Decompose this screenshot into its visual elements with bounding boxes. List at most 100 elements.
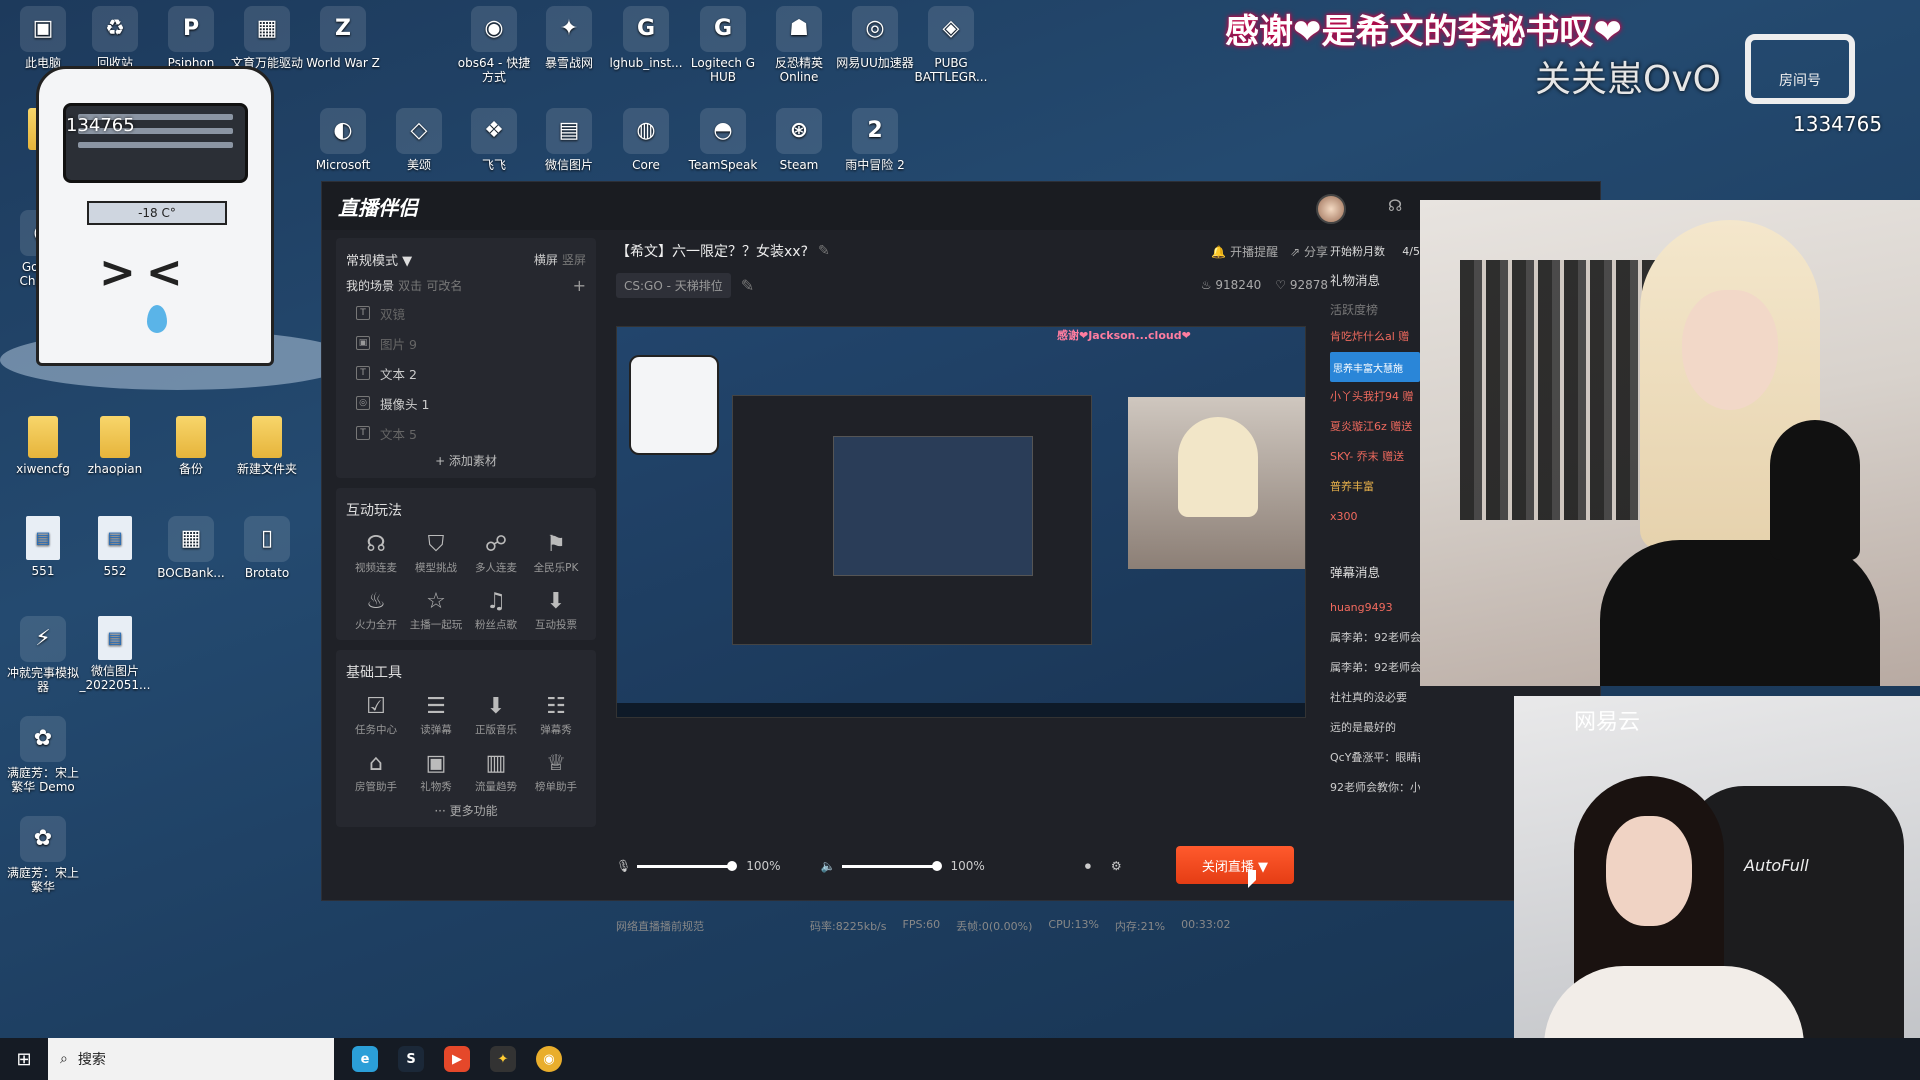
source-item[interactable]: ◎ 摄像头 1 — [346, 388, 586, 418]
edge-icon[interactable]: e — [352, 1046, 378, 1072]
end-live-button[interactable]: 关闭直播 ▼ — [1176, 846, 1294, 884]
desktop-icon[interactable]: xiwencfg — [4, 416, 82, 476]
source-item[interactable]: T 双镜 — [346, 298, 586, 328]
desktop-icon[interactable]: Glghub_inst... — [607, 6, 685, 70]
tool-button[interactable]: ☍ 多人连麦 — [466, 530, 526, 575]
tool-button[interactable]: ⬇ 正版音乐 — [466, 692, 526, 737]
desktop-icon[interactable]: ⊛ Steam — [760, 108, 838, 172]
desktop-icon[interactable]: ◇ 美颂 — [380, 108, 458, 172]
desktop-icon[interactable]: ♻ 回收站 — [76, 6, 154, 70]
desktop-icon[interactable]: ◈ PUBG BATTLEGR... — [912, 6, 990, 84]
edit-title-icon[interactable]: ✎ — [818, 243, 830, 259]
desktop-icon[interactable]: ▤ 微信图片 — [530, 108, 608, 172]
taskbar-search[interactable]: ⌕ 搜索 — [48, 1038, 334, 1080]
desktop-icon[interactable]: ▯ Brotato — [228, 516, 306, 580]
notify-button[interactable]: 🔔 开播提醒 — [1211, 243, 1278, 260]
mode-dropdown[interactable]: 常规模式 ▼ — [346, 250, 412, 269]
tool-button[interactable]: ☷ 弹幕秀 — [526, 692, 586, 737]
desktop-icon[interactable]: ❖ 飞飞 — [455, 108, 533, 172]
live-rules-link[interactable]: 网络直播播前规范 — [616, 918, 704, 934]
tool-button[interactable]: ☰ 读弹幕 — [406, 692, 466, 737]
desktop-icon[interactable]: ▦ 文育万能驱动 — [228, 6, 306, 70]
category-chip[interactable]: CS:GO - 天梯排位 — [616, 272, 731, 298]
gift-rank-label[interactable]: 活跃度榜 — [1330, 301, 1420, 318]
tool-button[interactable]: ⌂ 房管助手 — [346, 749, 406, 794]
landscape-toggle[interactable]: 横屏 — [534, 253, 558, 267]
user-avatar[interactable] — [1316, 194, 1346, 224]
tool-button[interactable]: ⚑ 全民乐PK — [526, 530, 586, 575]
speaker-slider[interactable] — [841, 860, 942, 871]
speaker-icon[interactable]: 🔈 — [821, 859, 836, 873]
fans-label: 开始粉月数 — [1330, 245, 1385, 258]
live-app-icon[interactable]: ▶ — [444, 1046, 470, 1072]
tool-button[interactable]: ♕ 榜单助手 — [526, 749, 586, 794]
desktop-icon[interactable]: ◍ Core — [607, 108, 685, 172]
tool-icon: ☆ — [426, 589, 446, 614]
tool-button[interactable]: ▣ 礼物秀 — [406, 749, 466, 794]
desktop-icon[interactable]: Z World War Z — [304, 6, 382, 70]
tool-button[interactable]: ▥ 流量趋势 — [466, 749, 526, 794]
tool-button[interactable]: ☊ 视频连麦 — [346, 530, 406, 575]
mic-slider[interactable] — [637, 860, 738, 871]
desktop-icon[interactable]: ◉ obs64 - 快捷方式 — [455, 6, 533, 84]
desktop-icon[interactable]: 2 雨中冒险 2 — [836, 108, 914, 172]
more-tools-button[interactable]: ··· 更多功能 — [346, 802, 586, 819]
headset-icon[interactable]: ☊ — [1388, 196, 1402, 215]
desktop-icon[interactable]: ◐ Microsoft — [304, 108, 382, 172]
desktop-icon-glyph: G — [623, 6, 669, 52]
add-source-button[interactable]: + 添加素材 — [346, 452, 586, 469]
popularity-stat: ♨ 918240 — [1201, 278, 1261, 292]
desktop-icon[interactable]: ◓ TeamSpeak — [684, 108, 762, 172]
source-type-icon: ▣ — [356, 336, 370, 350]
share-button[interactable]: ⇗ 分享 — [1290, 243, 1328, 260]
desktop-icon[interactable]: ▤ 552 — [76, 516, 154, 578]
flame-icon: ♨ — [1200, 278, 1212, 292]
desktop-icon[interactable]: ✦ 暴雪战网 — [530, 6, 608, 70]
tool-button[interactable]: ☑ 任务中心 — [346, 692, 406, 737]
desktop-icon[interactable]: ▣ 此电脑 — [4, 6, 82, 70]
mic-icon[interactable]: 🎙 — [616, 859, 631, 873]
tab-my-scenes[interactable]: 我的场景 — [346, 279, 394, 293]
source-item[interactable]: T 文本 2 — [346, 358, 586, 388]
game-icon[interactable]: ✦ — [490, 1046, 516, 1072]
desktop-icon[interactable]: ☗ 反恐精英 Online — [760, 6, 838, 84]
chair-brand: AutoFull — [1744, 856, 1809, 875]
tool-button[interactable]: ⛉ 模型挑战 — [406, 530, 466, 575]
edit-category-icon[interactable]: ✎ — [741, 276, 754, 295]
audio-controls: 🎙 100% 🔈 100% ⏺ ⚙ 关闭直播 ▼ — [616, 846, 1328, 886]
desktop-icon[interactable]: ✿ 满庭芳：宋上繁华 — [4, 816, 82, 894]
record-icon[interactable]: ⏺ — [1085, 859, 1091, 874]
stream-title[interactable]: 【希文】六一限定？？女装xx? — [616, 241, 808, 261]
tool-button[interactable]: ⬇ 互动投票 — [526, 587, 586, 632]
desktop-icon[interactable]: ▤ 551 — [4, 516, 82, 578]
mascot-overlay: -18 C° >< — [36, 66, 274, 366]
source-item[interactable]: ▣ 图片 9 — [346, 328, 586, 358]
windows-start-icon[interactable]: ⊞ — [0, 1038, 48, 1080]
category-row: CS:GO - 天梯排位 ✎ ♨ 918240 ♡ 92878 — [616, 272, 1328, 298]
desktop-icon[interactable]: ⚡ 冲就完事模拟器 — [4, 616, 82, 694]
desktop-icon[interactable]: ◎ 网易UU加速器 — [836, 6, 914, 70]
tool-label: 礼物秀 — [420, 781, 452, 793]
source-item[interactable]: T 文本 5 — [346, 418, 586, 448]
tool-label: 主播一起玩 — [409, 619, 463, 631]
desktop-icon[interactable]: 备份 — [152, 416, 230, 476]
desktop-icon[interactable]: P Psiphon — [152, 6, 230, 70]
settings-icon[interactable]: ⚙ — [1111, 859, 1122, 873]
desktop-icon[interactable]: ▤ 微信图片_2022051... — [76, 616, 154, 692]
portrait-toggle[interactable]: 竖屏 — [562, 253, 586, 267]
chrome-icon[interactable]: ◉ — [536, 1046, 562, 1072]
stream-preview[interactable]: 感谢❤Jackson...cloud❤ — [616, 326, 1306, 718]
steam-icon[interactable]: S — [398, 1046, 424, 1072]
tool-button[interactable]: ☆ 主播一起玩 — [406, 587, 466, 632]
desktop-icon-label: Logitech G HUB — [690, 56, 756, 84]
desktop-icon-glyph: ▣ — [20, 6, 66, 52]
desktop-icon[interactable]: G Logitech G HUB — [684, 6, 762, 84]
tool-button[interactable]: ♫ 粉丝点歌 — [466, 587, 526, 632]
add-scene-button[interactable]: + — [573, 276, 586, 295]
desktop-icon[interactable]: ▦ BOCBank... — [152, 516, 230, 580]
tool-label: 全民乐PK — [533, 562, 579, 574]
desktop-icon[interactable]: 新建文件夹 — [228, 416, 306, 476]
tool-button[interactable]: ♨ 火力全开 — [346, 587, 406, 632]
desktop-icon[interactable]: ✿ 满庭芳：宋上繁华 Demo — [4, 716, 82, 794]
desktop-icon[interactable]: zhaopian — [76, 416, 154, 476]
